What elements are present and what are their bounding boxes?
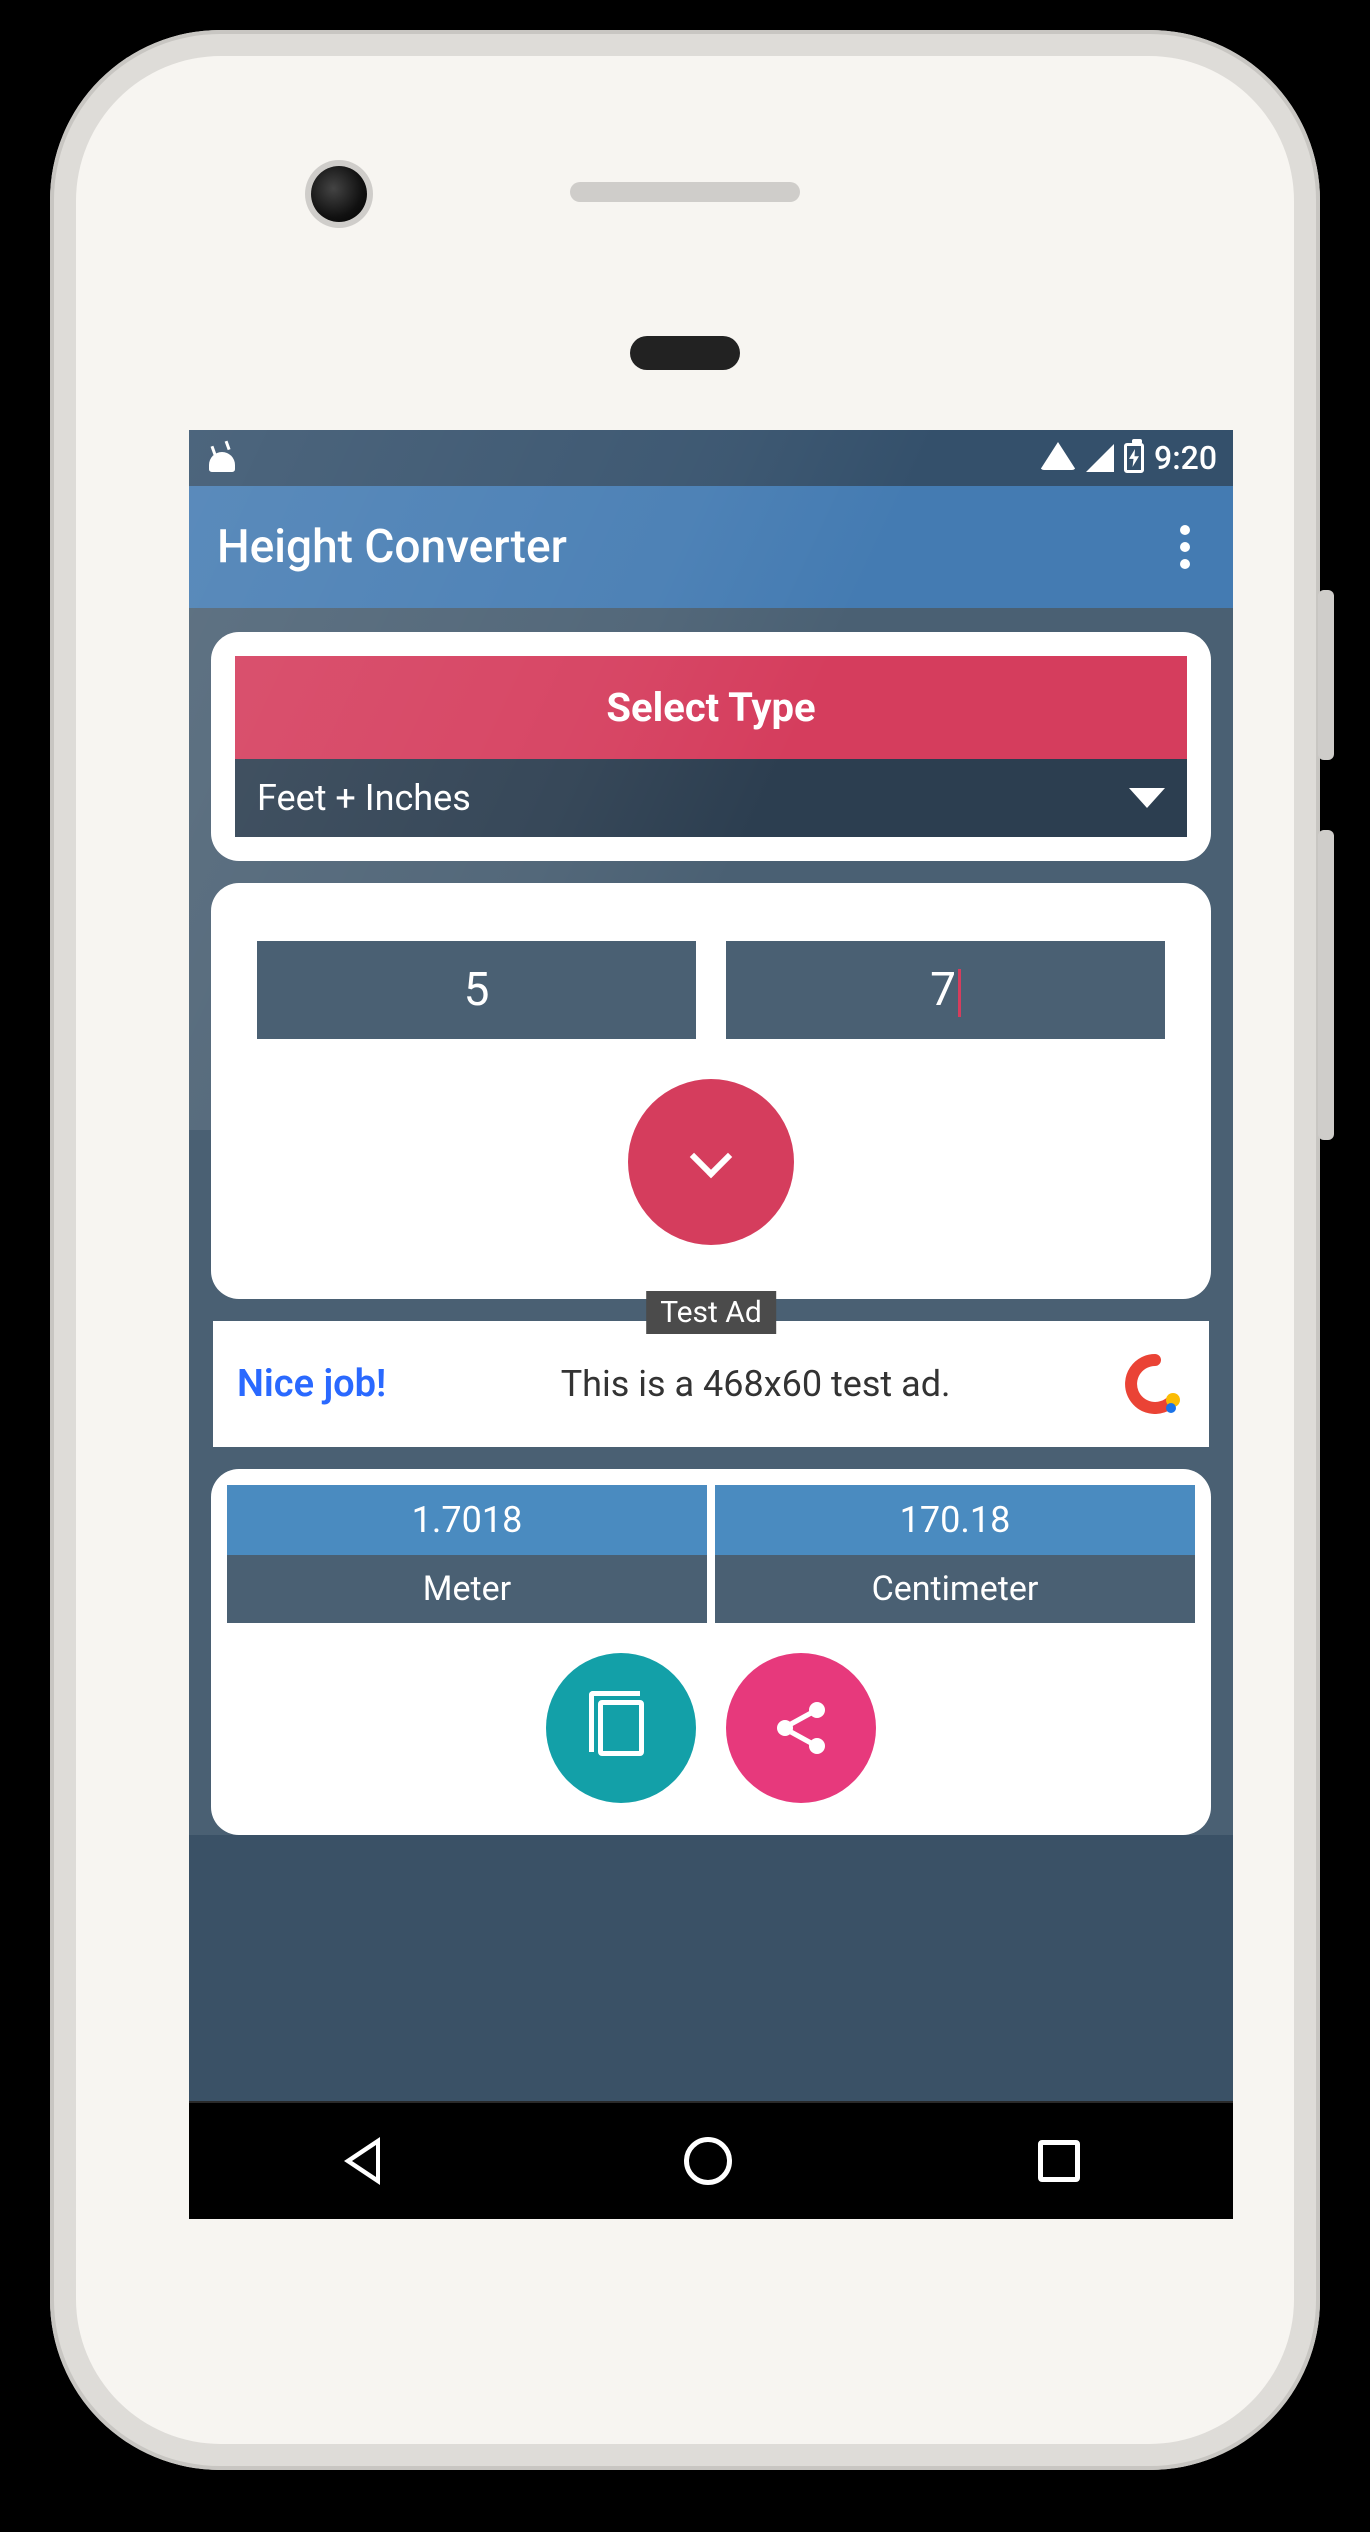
feet-value: 5 [464,963,490,1017]
result-centimeter: 170.18 Centimeter [715,1485,1195,1623]
signal-icon [1086,444,1114,472]
feet-input[interactable]: 5 [257,941,696,1039]
navigation-bar [189,2101,1233,2219]
share-icon [771,1698,831,1758]
select-type-header: Select Type [235,656,1187,759]
overflow-menu-icon[interactable] [1165,517,1205,577]
status-clock: 9:20 [1154,439,1217,477]
results-card: 1.7018 Meter 170.18 Centimeter [211,1469,1211,1835]
inches-input[interactable]: 7 [726,941,1165,1039]
chevron-down-icon [690,1136,732,1178]
recents-button[interactable] [1038,2140,1080,2182]
home-button[interactable] [684,2137,732,2185]
phone-side-button [1318,830,1334,1140]
status-bar: 9:20 [189,430,1233,486]
phone-frame: 9:20 Height Converter Select Type [50,30,1320,2470]
share-button[interactable] [726,1653,876,1803]
chevron-down-icon [1129,788,1165,808]
phone-bezel: 9:20 Height Converter Select Type [76,56,1294,2444]
screen: 9:20 Height Converter Select Type [189,430,1233,2219]
inches-value: 7 [930,963,956,1017]
wifi-icon [1040,442,1076,470]
copy-icon [598,1700,644,1756]
convert-button[interactable] [628,1079,794,1245]
text-cursor [958,969,961,1017]
earpiece [630,336,740,370]
ad-headline: Nice job! [237,1362,386,1406]
result-meter: 1.7018 Meter [227,1485,707,1623]
select-type-card: Select Type Feet + Inches [211,632,1211,861]
android-debug-icon [205,444,239,472]
admob-logo-icon [1125,1354,1185,1414]
input-card: 5 7 [211,883,1211,1299]
type-dropdown-value: Feet + Inches [257,777,471,819]
content-area: Select Type Feet + Inches 5 [189,608,1233,1835]
ad-text: This is a 468x60 test ad. [386,1363,1125,1405]
battery-charging-icon [1124,443,1144,473]
speaker-grille [570,182,800,202]
meter-label: Meter [227,1555,707,1623]
copy-button[interactable] [546,1653,696,1803]
ad-banner[interactable]: Test Ad Nice job! This is a 468x60 test … [213,1321,1209,1447]
back-button[interactable] [342,2137,378,2185]
type-dropdown[interactable]: Feet + Inches [235,759,1187,837]
meter-value: 1.7018 [227,1485,707,1555]
app-title: Height Converter [217,520,567,574]
centimeter-label: Centimeter [715,1555,1195,1623]
front-camera [311,166,367,222]
phone-side-button [1318,590,1334,760]
ad-tag: Test Ad [646,1291,776,1334]
centimeter-value: 170.18 [715,1485,1195,1555]
app-bar: Height Converter [189,486,1233,608]
